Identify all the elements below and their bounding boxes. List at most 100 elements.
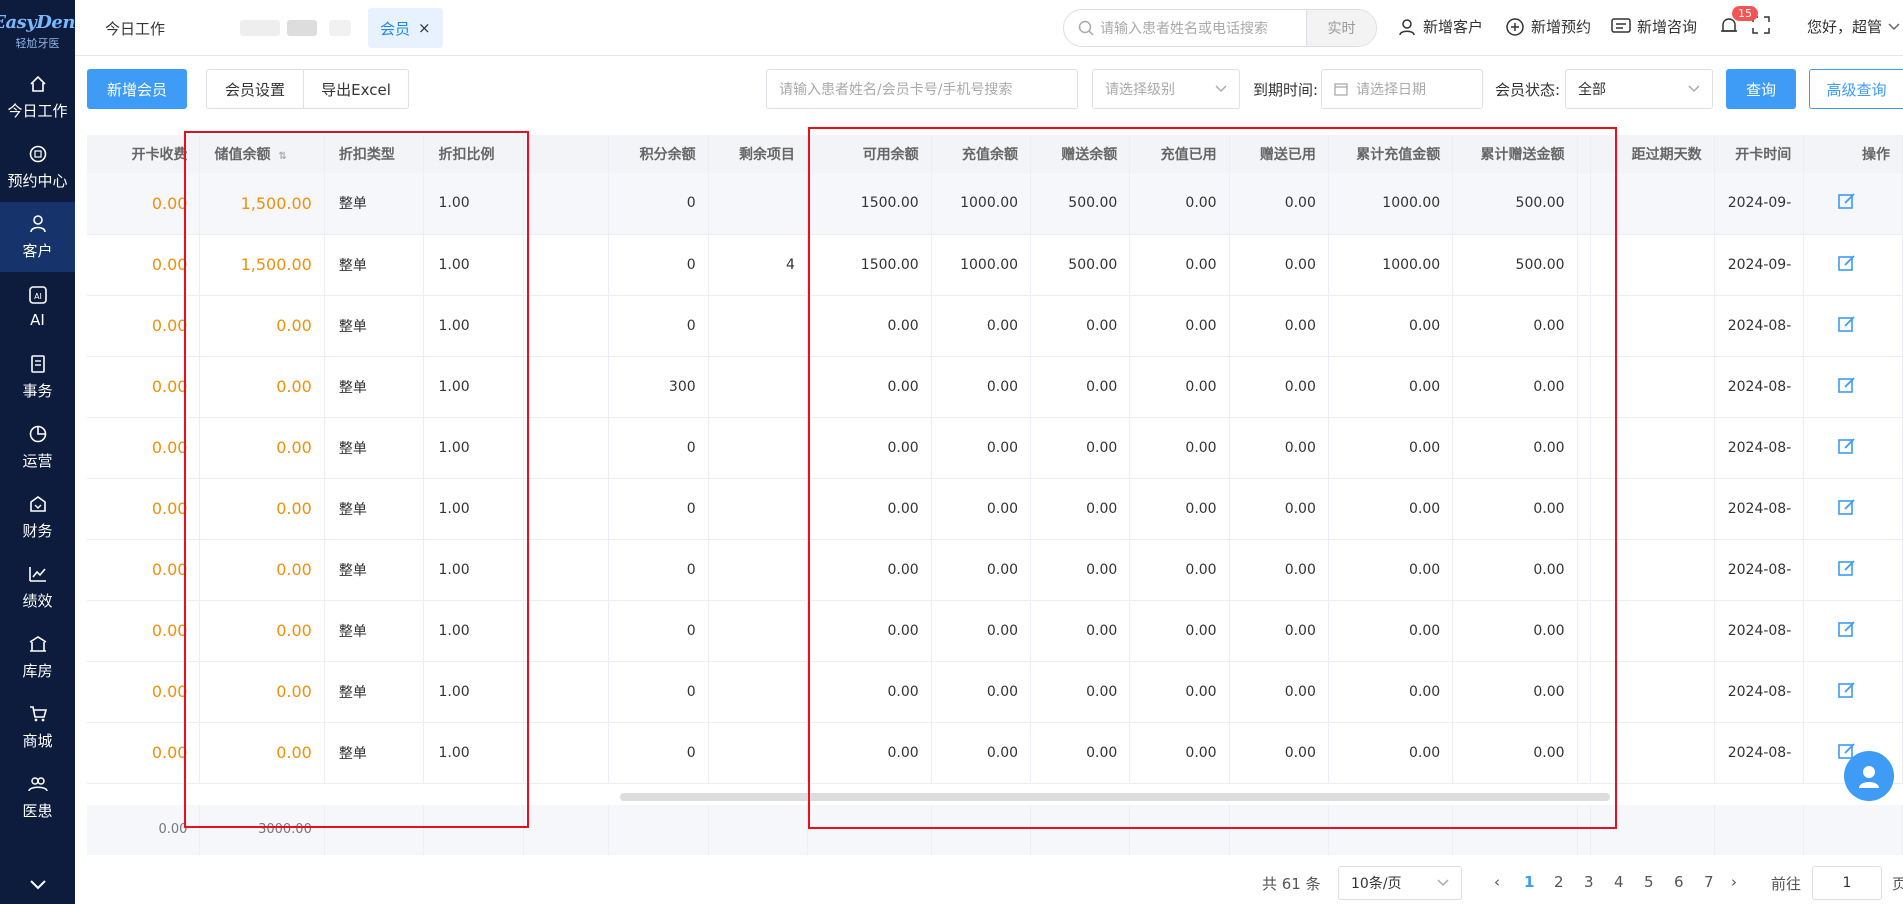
table-cell: 0.00 bbox=[1452, 722, 1578, 784]
tab-member[interactable]: 会员 × bbox=[368, 8, 443, 48]
table-cell: 0.00 bbox=[87, 295, 201, 357]
add-appointment-icon bbox=[1506, 17, 1524, 36]
search-input[interactable]: 请输入患者姓名或电话搜索 bbox=[1094, 18, 1306, 38]
table-cell: 0.00 bbox=[807, 539, 932, 601]
status-select[interactable]: 全部 bbox=[1565, 69, 1713, 109]
table-cell: 0.00 bbox=[87, 539, 201, 601]
sidebar-item-9[interactable]: 商城 bbox=[0, 692, 75, 762]
member-settings-button[interactable]: 会员设置 bbox=[206, 69, 304, 109]
date-picker[interactable]: 请选择日期 bbox=[1321, 69, 1483, 109]
logo-subtitle: 轻尬牙医 bbox=[15, 36, 60, 50]
table-cell bbox=[708, 417, 808, 479]
table-cell: 0.00 bbox=[1229, 417, 1329, 479]
table-cell: 0.00 bbox=[1328, 539, 1454, 601]
table-row[interactable]: 0.00 0.00 整单 1.00 0 0.00 0.00 0.00 0.00 0.00 0.00 0… bbox=[87, 600, 1903, 662]
table-row[interactable]: 0.00 0.00 整单 1.00 0 0.00 0.00 0.00 0.00 0.00 0.00 0… bbox=[87, 539, 1903, 601]
table-cell: 1.00 bbox=[423, 173, 525, 235]
horizontal-scrollbar[interactable] bbox=[620, 793, 1610, 801]
blurred-tab[interactable] bbox=[329, 20, 351, 36]
column-header[interactable]: 开卡时间 bbox=[1714, 135, 1805, 173]
user-menu[interactable]: 您好，超管 bbox=[1807, 16, 1900, 37]
table-cell: 1,500.00 bbox=[199, 234, 325, 296]
table-row[interactable]: 0.00 0.00 整单 1.00 0 0.00 0.00 0.00 0.00 0.00 0.00 0… bbox=[87, 661, 1903, 723]
table-cell: 0.00 bbox=[1328, 478, 1454, 540]
table-cell: 0.00 bbox=[87, 478, 201, 540]
patient-search[interactable]: 请输入患者姓名或电话搜索 实时 bbox=[1063, 9, 1377, 47]
page-number[interactable]: 4 bbox=[1614, 873, 1624, 891]
edit-icon[interactable] bbox=[1838, 681, 1856, 699]
page-number[interactable]: 1 bbox=[1524, 873, 1534, 891]
summary-cell bbox=[324, 805, 425, 855]
support-avatar-button[interactable] bbox=[1844, 751, 1894, 801]
tab-today-work[interactable]: 今日工作 bbox=[105, 8, 165, 48]
table-cell: 2024-09- bbox=[1714, 173, 1805, 235]
table-cell bbox=[1577, 600, 1591, 662]
table-cell bbox=[1590, 478, 1715, 540]
page-number[interactable]: 6 bbox=[1674, 873, 1684, 891]
page-number[interactable]: 7 bbox=[1704, 873, 1714, 891]
edit-icon[interactable] bbox=[1838, 315, 1856, 333]
table-row[interactable]: 0.00 0.00 整单 1.00 0 0.00 0.00 0.00 0.00 0.00 0.00 0… bbox=[87, 417, 1903, 479]
summary-cell bbox=[1590, 805, 1715, 855]
table-row[interactable]: 0.00 0.00 整单 1.00 300 0.00 0.00 0.00 0.00 0.00 0.0… bbox=[87, 356, 1903, 418]
sidebar-item-10[interactable]: 医患 bbox=[0, 762, 75, 832]
add-member-button[interactable]: 新增会员 bbox=[87, 69, 187, 109]
table-row[interactable]: 0.00 1,500.00 整单 1.00 0 4 1500.00 1000.00 500.00… bbox=[87, 234, 1903, 296]
column-header[interactable]: 储值余额 ⇅ bbox=[199, 135, 325, 173]
table-cell: 0.00 bbox=[1452, 661, 1578, 723]
next-page-button[interactable]: › bbox=[1731, 873, 1737, 891]
edit-icon[interactable] bbox=[1838, 192, 1856, 210]
page-number[interactable]: 2 bbox=[1554, 873, 1564, 891]
prev-page-button[interactable]: ‹ bbox=[1494, 873, 1500, 891]
table-row[interactable]: 0.00 1,500.00 整单 1.00 0 1500.00 1000.00 500.00 0… bbox=[87, 173, 1903, 235]
edit-icon[interactable] bbox=[1838, 620, 1856, 638]
page-number[interactable]: 5 bbox=[1644, 873, 1654, 891]
page-number[interactable]: 3 bbox=[1584, 873, 1594, 891]
table-cell: 1.00 bbox=[423, 417, 525, 479]
sidebar-item-0[interactable]: 今日工作 bbox=[0, 62, 75, 132]
edit-icon[interactable] bbox=[1838, 254, 1856, 272]
table-cell: 0.00 bbox=[1129, 661, 1230, 723]
sidebar-item-7[interactable]: 绩效 bbox=[0, 552, 75, 622]
new-consult-button[interactable]: 新增咨询 bbox=[1611, 16, 1697, 37]
search-mode-button[interactable]: 实时 bbox=[1306, 10, 1376, 46]
summary-cell bbox=[1577, 805, 1591, 855]
page-size-select[interactable]: 10条/页 bbox=[1338, 866, 1462, 900]
new-appointment-button[interactable]: 新增预约 bbox=[1505, 16, 1591, 37]
export-excel-button[interactable]: 导出Excel bbox=[303, 69, 409, 109]
column-header: 赠送余额 bbox=[1030, 135, 1131, 173]
sidebar-item-5[interactable]: 运营 bbox=[0, 412, 75, 482]
close-icon[interactable]: × bbox=[418, 19, 431, 37]
table-cell: 0.00 bbox=[1129, 356, 1230, 418]
edit-icon[interactable] bbox=[1838, 498, 1856, 516]
sidebar-item-label: 商城 bbox=[22, 731, 53, 750]
sort-icon[interactable]: ⇅ bbox=[278, 151, 286, 162]
table-row[interactable]: 0.00 0.00 整单 1.00 0 0.00 0.00 0.00 0.00 0.00 0.00 0… bbox=[87, 295, 1903, 357]
sidebar-item-2[interactable]: 客户 bbox=[0, 202, 75, 272]
new-customer-button[interactable]: 新增客户 bbox=[1399, 16, 1483, 37]
edit-icon[interactable] bbox=[1838, 376, 1856, 394]
member-search-input[interactable]: 请输入患者姓名/会员卡号/手机号搜索 bbox=[766, 69, 1078, 109]
blurred-tab[interactable] bbox=[287, 20, 317, 36]
blurred-tab[interactable] bbox=[240, 20, 280, 36]
sidebar-item-8[interactable]: 库房 bbox=[0, 622, 75, 692]
level-select[interactable]: 请选择级别 bbox=[1092, 69, 1240, 109]
table-row[interactable]: 0.00 0.00 整单 1.00 0 0.00 0.00 0.00 0.00 0.00 0.00 0… bbox=[87, 722, 1903, 784]
query-button[interactable]: 查询 bbox=[1726, 69, 1796, 109]
advanced-query-button[interactable]: 高级查询 bbox=[1809, 69, 1903, 109]
chevron-down-icon bbox=[1688, 85, 1700, 93]
app-logo[interactable]: EasyDent 轻尬牙医 bbox=[0, 0, 83, 62]
table-row[interactable]: 0.00 0.00 整单 1.00 0 0.00 0.00 0.00 0.00 0.00 0.00 0… bbox=[87, 478, 1903, 540]
sidebar-item-4[interactable]: 事务 bbox=[0, 342, 75, 412]
sidebar-item-3[interactable]: AI AI bbox=[0, 272, 75, 342]
sidebar-item-1[interactable]: 预约中心 bbox=[0, 132, 75, 202]
summary-row: 0.00 3000.00 bbox=[87, 805, 1903, 855]
sidebar-item-6[interactable]: 财务 bbox=[0, 482, 75, 552]
goto-page-input[interactable]: 1 bbox=[1812, 866, 1882, 900]
table-cell: 整单 bbox=[324, 295, 425, 357]
sidebar-expand-button[interactable] bbox=[0, 866, 75, 904]
edit-icon[interactable] bbox=[1838, 437, 1856, 455]
edit-icon[interactable] bbox=[1838, 559, 1856, 577]
table-cell: 0 bbox=[608, 600, 709, 662]
notification-badge: 15 bbox=[1732, 6, 1758, 21]
